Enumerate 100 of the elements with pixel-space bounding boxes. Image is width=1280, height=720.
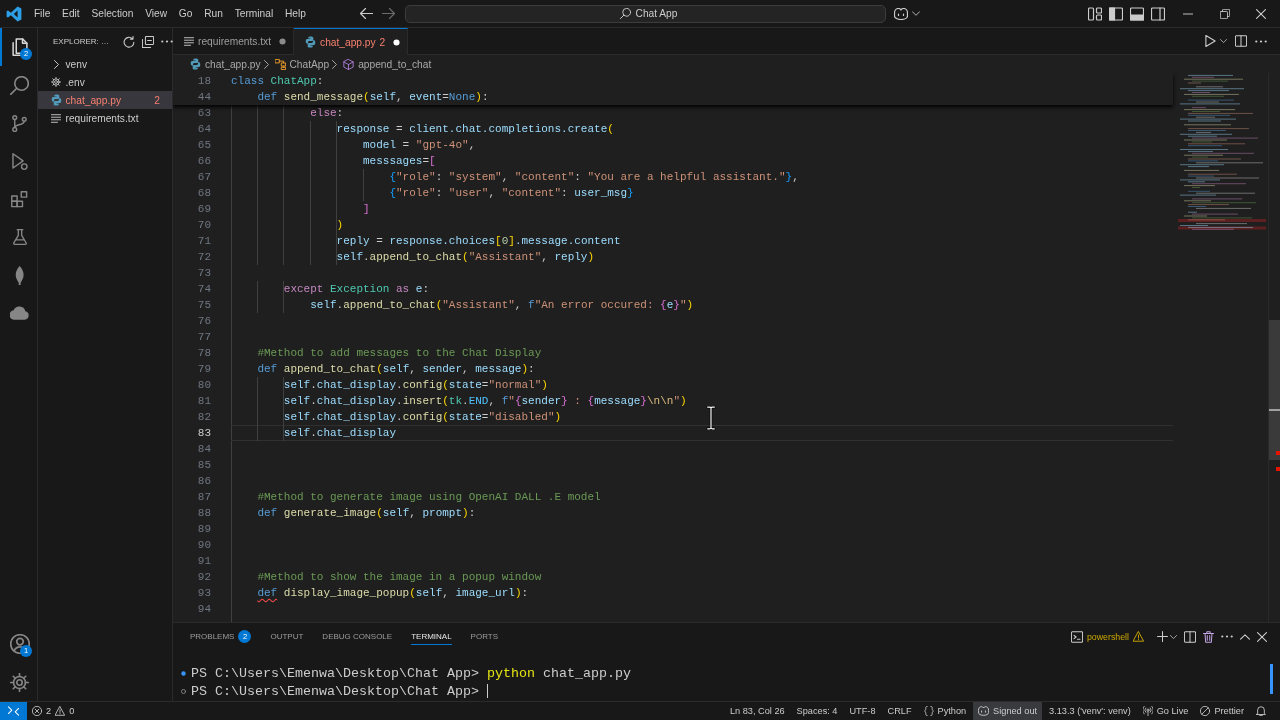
refresh-icon[interactable]	[123, 35, 135, 48]
status-item[interactable]: Go Live	[1137, 702, 1194, 720]
problems-status[interactable]: 2 0	[27, 702, 80, 720]
line-number: 84	[196, 442, 212, 457]
caret-icon[interactable]	[912, 11, 920, 16]
tree-item[interactable]: .env	[38, 73, 172, 91]
line-number: 64	[196, 122, 212, 137]
cube-icon	[343, 58, 355, 70]
panel-tab[interactable]: OUTPUT	[270, 628, 304, 645]
right-panel-icon[interactable]	[1151, 6, 1165, 21]
minimize-icon[interactable]	[1183, 12, 1193, 15]
line-number: 76	[196, 314, 212, 329]
chevron-up-icon[interactable]	[1240, 633, 1250, 640]
status-item[interactable]: Spaces: 4	[791, 702, 843, 720]
line-number: 81	[196, 394, 212, 409]
more-icon[interactable]	[1221, 635, 1233, 638]
python-icon	[305, 36, 317, 48]
menu-item[interactable]: Run	[198, 3, 229, 24]
breadcrumb[interactable]: ChatApp	[274, 58, 330, 70]
logo-icon	[6, 5, 22, 22]
menu-item[interactable]: File	[28, 3, 57, 24]
status-item[interactable]: UTF-8	[844, 702, 881, 720]
search-icon	[10, 75, 29, 95]
status-item[interactable]: Ln 83, Col 26	[724, 702, 790, 720]
sidebar-title: EXPLORER: …	[53, 37, 109, 46]
menu-item[interactable]: Terminal	[228, 3, 280, 24]
bottom-panel-icon[interactable]	[1130, 6, 1144, 21]
line-number: 89	[196, 522, 212, 537]
restore-icon[interactable]	[1219, 8, 1230, 19]
code-line: ]	[363, 202, 370, 217]
flask-icon	[10, 228, 29, 246]
status-item[interactable]: Signed out	[973, 702, 1043, 720]
menu-item[interactable]: Go	[172, 3, 199, 24]
status-item[interactable]: Python	[918, 702, 972, 720]
close-icon[interactable]	[1257, 631, 1267, 642]
code-line: self.chat_display.insert(tk.END, f"{sender} : {message}\n\n")	[283, 394, 687, 409]
line-number: 93	[196, 586, 212, 601]
goggles-icon[interactable]	[894, 7, 908, 20]
line-number: 66	[196, 154, 212, 169]
editor-tab[interactable]: chat_app.py 2	[294, 28, 409, 55]
lines-icon	[51, 113, 61, 123]
goggles-icon	[978, 706, 990, 716]
terminal-selector[interactable]: powershell	[1070, 630, 1144, 643]
play-icon[interactable]	[1205, 35, 1216, 47]
search-icon	[619, 8, 631, 19]
scrollbar-thumb[interactable]	[1269, 320, 1280, 460]
panel-tab[interactable]: DEBUG CONSOLE	[322, 628, 393, 645]
line-number: 72	[196, 250, 212, 265]
split-editor-icon[interactable]	[1235, 35, 1247, 47]
braces-icon	[923, 706, 934, 716]
split-icon[interactable]	[1184, 630, 1196, 643]
code-line: except Exception as e:	[283, 282, 430, 297]
line-number: 63	[196, 106, 212, 121]
bell-icon[interactable]	[1256, 706, 1266, 716]
code-line: def generate_image(self, prompt):	[257, 506, 476, 521]
status-item[interactable]: 3.13.3 ('venv': venv)	[1044, 702, 1136, 720]
left-panel-icon[interactable]	[1109, 6, 1123, 21]
more-icon[interactable]	[1255, 39, 1267, 43]
caret-icon[interactable]	[1220, 39, 1227, 43]
line-number: 85	[196, 458, 212, 473]
menu-item[interactable]: Selection	[85, 3, 140, 24]
arrow-left-icon[interactable]	[360, 8, 373, 19]
menu-item[interactable]: View	[139, 3, 173, 24]
remote-button[interactable]	[0, 702, 27, 720]
plus-icon[interactable]	[1157, 631, 1168, 642]
line-number: 70	[196, 218, 212, 233]
layout-icon[interactable]	[1088, 6, 1102, 21]
panel-tab[interactable]: PORTS	[470, 628, 499, 645]
caret-icon[interactable]	[1170, 634, 1177, 639]
status-item[interactable]: CRLF	[882, 702, 917, 720]
breadcrumb[interactable]: chat_app.py	[190, 58, 261, 70]
settings-icon	[10, 672, 29, 692]
menu-item[interactable]: Help	[279, 3, 312, 24]
collapse-icon[interactable]	[142, 35, 154, 48]
menu-item[interactable]: Edit	[56, 3, 86, 24]
close-icon[interactable]	[1256, 8, 1266, 19]
line-number: 67	[196, 170, 212, 185]
more-icon[interactable]	[161, 40, 173, 43]
line-number: 74	[196, 282, 212, 297]
status-item[interactable]: Prettier	[1195, 702, 1249, 720]
error-marker	[1276, 467, 1280, 471]
command-center[interactable]: Chat App	[405, 4, 886, 23]
panel-tab[interactable]: TERMINAL	[411, 628, 452, 645]
tree-item[interactable]: requirements.txt	[38, 109, 172, 127]
code-line: def display_image_popup(self, image_url):	[257, 586, 529, 601]
line-number: 87	[196, 490, 212, 505]
code-line: self.append_to_chat("Assistant", reply)	[336, 250, 595, 265]
tree-item[interactable]: venv	[38, 55, 172, 73]
tree-item[interactable]: chat_app.py 2	[38, 91, 172, 109]
trash-icon[interactable]	[1203, 630, 1214, 643]
line-number: 18	[196, 74, 212, 89]
cursor-marker	[1269, 409, 1280, 411]
terminal-line: PS C:\Users\Emenwa\Desktop\Chat App> python chat_app.py	[191, 665, 631, 683]
code-line: self.append_to_chat("Assistant", f"An error occured: {e}")	[310, 298, 694, 313]
boxes-icon	[274, 58, 286, 70]
lines-icon	[184, 37, 194, 46]
arrow-right-icon[interactable]	[382, 8, 395, 19]
error-icon	[32, 706, 42, 716]
breadcrumb[interactable]: append_to_chat	[343, 58, 432, 70]
line-number: 88	[196, 506, 212, 521]
